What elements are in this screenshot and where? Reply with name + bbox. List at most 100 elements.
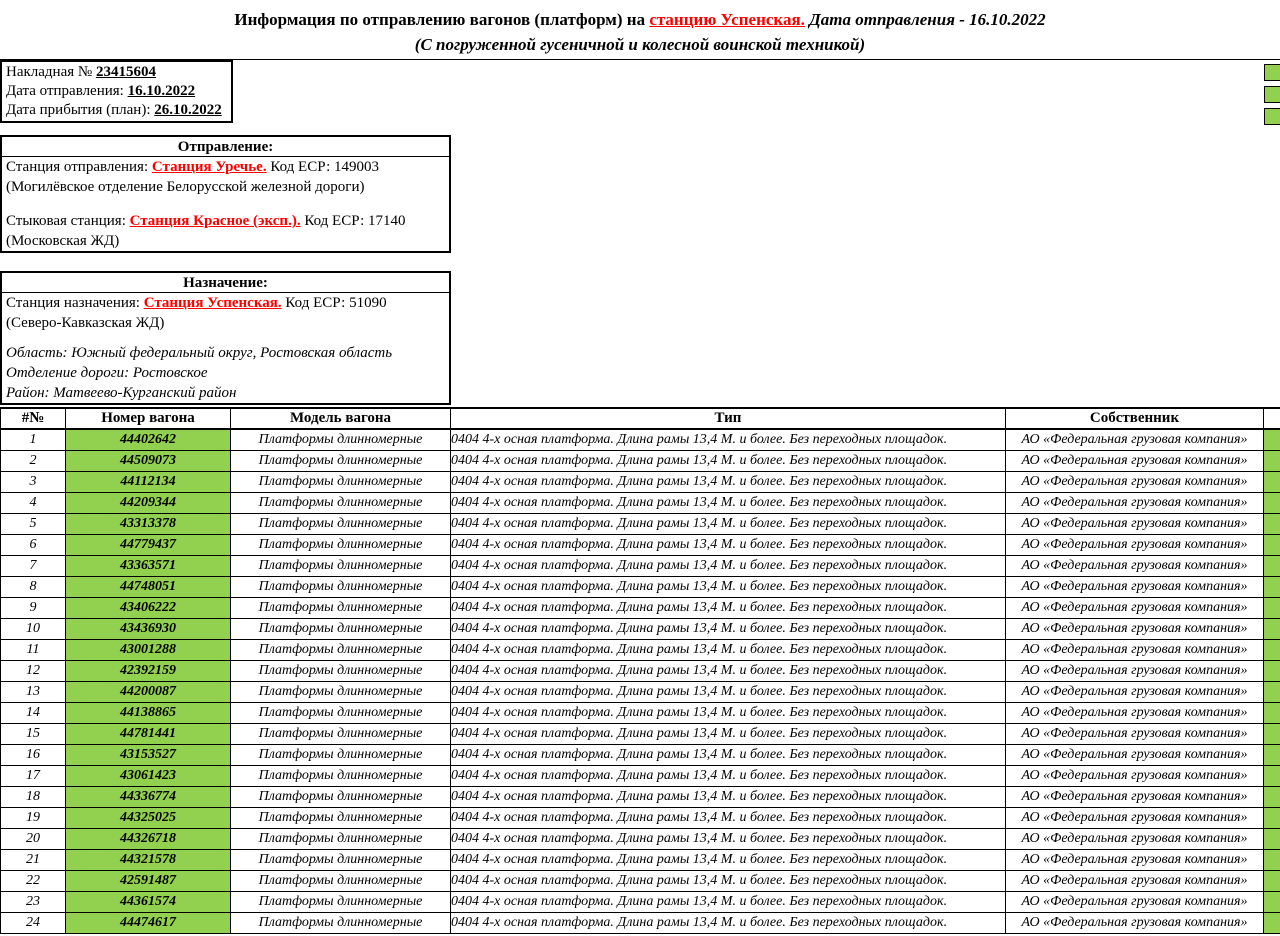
destination-box: Назначение: Станция назначения: Станция … (0, 271, 451, 405)
departure-date-label: Дата отправления: (6, 83, 128, 99)
table-row: 344112134Платформы длинномерные0404 4-х … (1, 471, 1280, 492)
wagon-number-cell: 43001288 (66, 639, 231, 660)
wagon-number-cell: 44326718 (66, 828, 231, 849)
wagon-type-cell: 0404 4-х осная платформа. Длина рамы 13,… (451, 513, 1006, 534)
header-strip (1264, 408, 1280, 429)
green-strip-cell (1264, 555, 1280, 576)
wagon-type-cell: 0404 4-х осная платформа. Длина рамы 13,… (451, 828, 1006, 849)
wagon-owner-cell: АО «Федеральная грузовая компания» (1006, 723, 1264, 744)
departure-box: Отправление: Станция отправления: Станци… (0, 135, 451, 253)
wagon-number-cell: 44209344 (66, 492, 231, 513)
wagon-model-cell: Платформы длинномерные (231, 597, 451, 618)
green-cell-marker (1264, 86, 1280, 103)
wagon-number-cell: 44474617 (66, 912, 231, 933)
table-row: 1143001288Платформы длинномерные0404 4-х… (1, 639, 1280, 660)
table-row: 1344200087Платформы длинномерные0404 4-х… (1, 681, 1280, 702)
row-index-cell: 13 (1, 681, 66, 702)
junction-station-code: Код ЕСР: 17140 (301, 213, 406, 229)
wagon-model-cell: Платформы длинномерные (231, 723, 451, 744)
wagon-type-cell: 0404 4-х осная платформа. Длина рамы 13,… (451, 765, 1006, 786)
junction-station-note: (Московская ЖД) (2, 231, 449, 251)
wagon-owner-cell: АО «Федеральная грузовая компания» (1006, 786, 1264, 807)
header-wagon-type: Тип (451, 408, 1006, 429)
wagon-number-cell: 43363571 (66, 555, 231, 576)
green-strip-cell (1264, 786, 1280, 807)
green-strip-cell (1264, 723, 1280, 744)
row-index-cell: 14 (1, 702, 66, 723)
table-row: 844748051Платформы длинномерные0404 4-х … (1, 576, 1280, 597)
wagon-owner-cell: АО «Федеральная грузовая компания» (1006, 471, 1264, 492)
table-row: 943406222Платформы длинномерные0404 4-х … (1, 597, 1280, 618)
header-wagon-number: Номер вагона (66, 408, 231, 429)
row-index-cell: 15 (1, 723, 66, 744)
wagon-type-cell: 0404 4-х осная платформа. Длина рамы 13,… (451, 870, 1006, 891)
green-strip-cell (1264, 828, 1280, 849)
wagon-model-cell: Платформы длинномерные (231, 744, 451, 765)
wagon-model-cell: Платформы длинномерные (231, 618, 451, 639)
wagon-type-cell: 0404 4-х осная платформа. Длина рамы 13,… (451, 702, 1006, 723)
wagon-number-cell: 44336774 (66, 786, 231, 807)
wagon-model-cell: Платформы длинномерные (231, 912, 451, 933)
table-row: 1043436930Платформы длинномерные0404 4-х… (1, 618, 1280, 639)
row-index-cell: 16 (1, 744, 66, 765)
departure-station-label: Станция отправления: (6, 159, 152, 175)
row-index-cell: 3 (1, 471, 66, 492)
waybill-arrival-line: Дата прибытия (план): 26.10.2022 (2, 101, 231, 120)
wagon-owner-cell: АО «Федеральная грузовая компания» (1006, 870, 1264, 891)
green-strip-cell (1264, 597, 1280, 618)
wagon-model-cell: Платформы длинномерные (231, 492, 451, 513)
shipment-document: { "title": { "line1_prefix": "Информация… (0, 0, 1280, 936)
row-index-cell: 19 (1, 807, 66, 828)
wagon-type-cell: 0404 4-х осная платформа. Длина рамы 13,… (451, 744, 1006, 765)
departure-date-value: 16.10.2022 (128, 83, 196, 99)
wagon-model-cell: Платформы длинномерные (231, 513, 451, 534)
green-strip-cell (1264, 702, 1280, 723)
wagon-type-cell: 0404 4-х осная платформа. Длина рамы 13,… (451, 681, 1006, 702)
wagon-type-cell: 0404 4-х осная платформа. Длина рамы 13,… (451, 534, 1006, 555)
row-index-cell: 17 (1, 765, 66, 786)
wagon-number-cell: 44138865 (66, 702, 231, 723)
green-strip-cell (1264, 471, 1280, 492)
departure-header: Отправление: (2, 137, 449, 157)
row-index-cell: 4 (1, 492, 66, 513)
wagon-owner-cell: АО «Федеральная грузовая компания» (1006, 891, 1264, 912)
wagon-type-cell: 0404 4-х осная платформа. Длина рамы 13,… (451, 849, 1006, 870)
wagon-table-body: 144402642Платформы длинномерные0404 4-х … (1, 429, 1280, 933)
wagon-owner-cell: АО «Федеральная грузовая компания» (1006, 765, 1264, 786)
wagon-model-cell: Платформы длинномерные (231, 849, 451, 870)
junction-station-name: Станция Красное (эксп.). (130, 213, 301, 229)
wagon-model-cell: Платформы длинномерные (231, 681, 451, 702)
header-wagon-model: Модель вагона (231, 408, 451, 429)
header-row-number: #№ (1, 408, 66, 429)
wagon-owner-cell: АО «Федеральная грузовая компания» (1006, 828, 1264, 849)
wagon-type-cell: 0404 4-х осная платформа. Длина рамы 13,… (451, 786, 1006, 807)
green-cell-marker (1264, 108, 1280, 125)
title-line-1: Информация по отправлению вагонов (платф… (0, 7, 1280, 32)
waybill-number-line: Накладная № 23415604 (2, 63, 231, 82)
waybill-departure-line: Дата отправления: 16.10.2022 (2, 82, 231, 101)
green-strip-cell (1264, 870, 1280, 891)
wagon-number-cell: 43153527 (66, 744, 231, 765)
wagon-type-cell: 0404 4-х осная платформа. Длина рамы 13,… (451, 555, 1006, 576)
wagon-owner-cell: АО «Федеральная грузовая компания» (1006, 618, 1264, 639)
spacer (2, 333, 449, 343)
wagon-model-cell: Платформы длинномерные (231, 534, 451, 555)
row-index-cell: 5 (1, 513, 66, 534)
wagon-number-cell: 44781441 (66, 723, 231, 744)
header-owner: Собственник (1006, 408, 1264, 429)
arrival-date-value: 26.10.2022 (154, 102, 222, 118)
row-index-cell: 20 (1, 828, 66, 849)
arrival-date-label: Дата прибытия (план): (6, 102, 154, 118)
wagon-number-cell: 44779437 (66, 534, 231, 555)
row-index-cell: 21 (1, 849, 66, 870)
waybill-box: Накладная № 23415604 Дата отправления: 1… (0, 60, 233, 123)
wagon-owner-cell: АО «Федеральная грузовая компания» (1006, 849, 1264, 870)
wagon-owner-cell: АО «Федеральная грузовая компания» (1006, 492, 1264, 513)
wagon-number-cell: 44321578 (66, 849, 231, 870)
green-strip-cell (1264, 429, 1280, 450)
table-row: 2344361574Платформы длинномерные0404 4-х… (1, 891, 1280, 912)
green-strip-cell (1264, 639, 1280, 660)
table-row: 1643153527Платформы длинномерные0404 4-х… (1, 744, 1280, 765)
wagon-number-cell: 43406222 (66, 597, 231, 618)
row-index-cell: 24 (1, 912, 66, 933)
